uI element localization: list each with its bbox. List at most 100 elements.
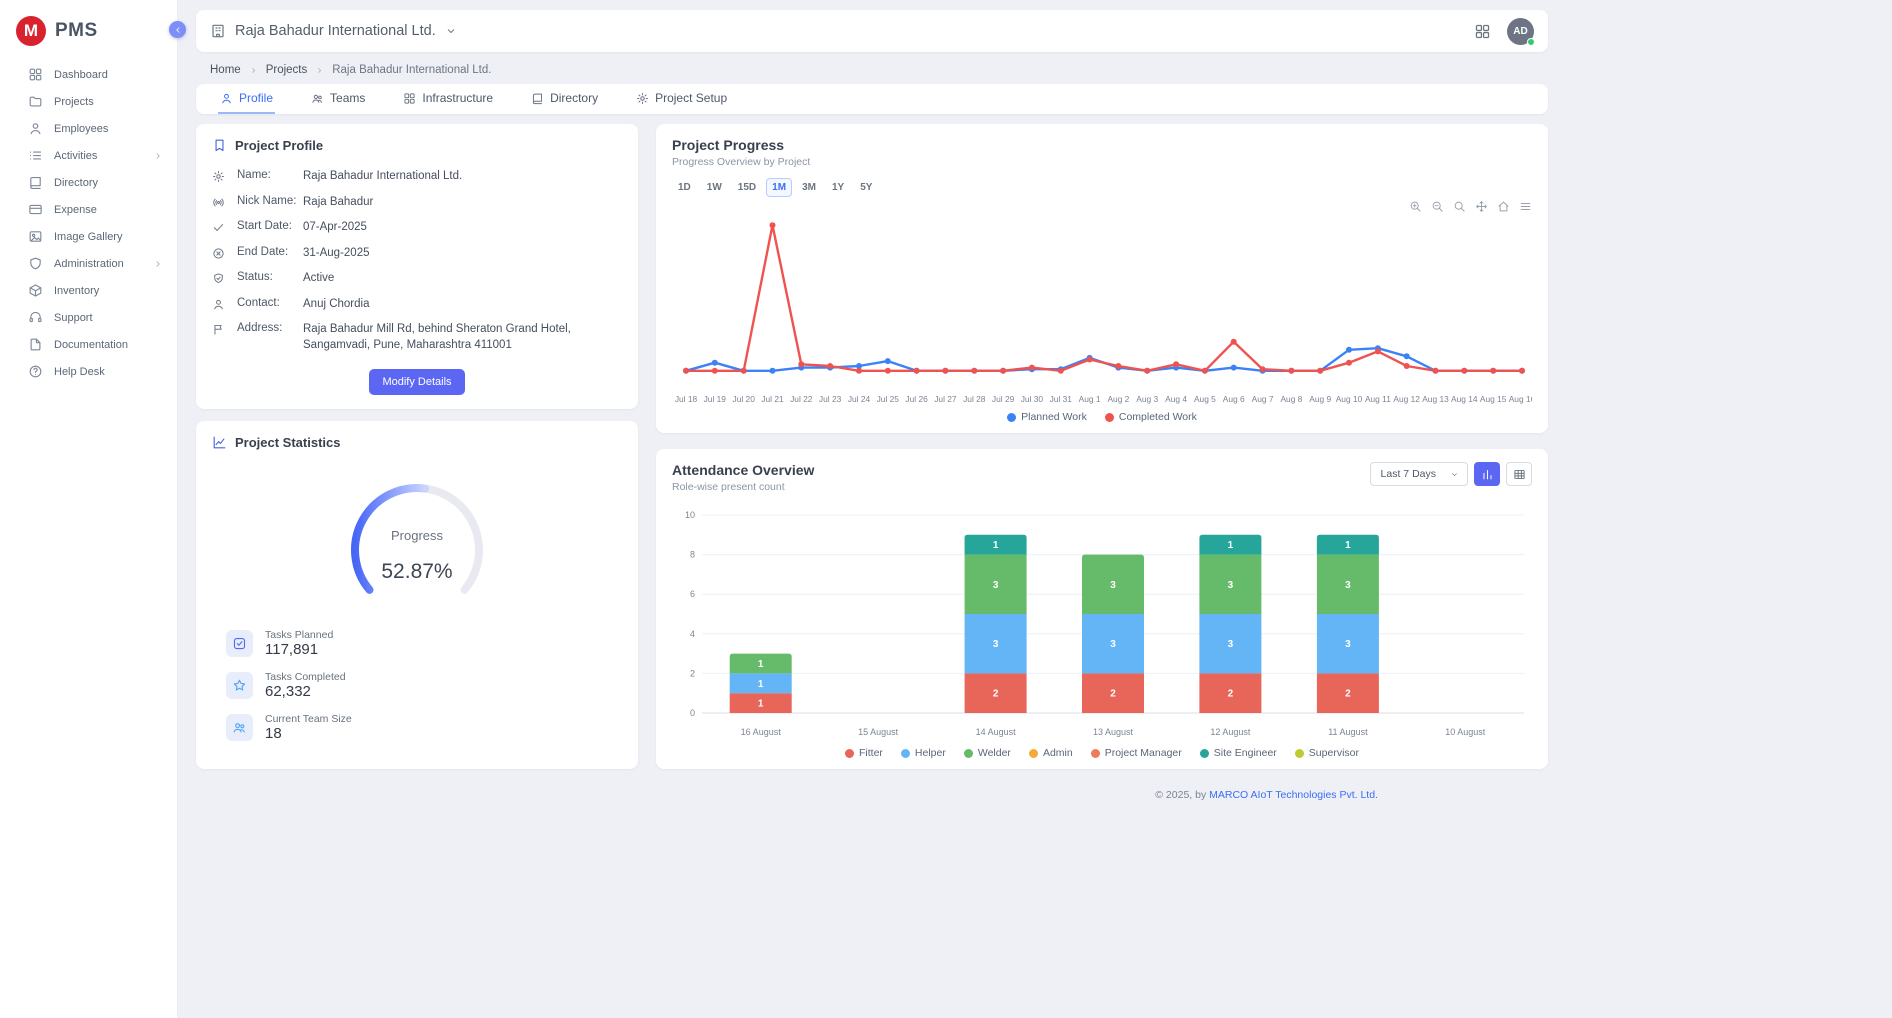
- sidebar-item-label: Employees: [54, 123, 108, 135]
- sidebar-item-inventory[interactable]: Inventory: [0, 278, 177, 303]
- chevron-right-icon: [249, 66, 258, 75]
- range-1d[interactable]: 1D: [672, 178, 697, 197]
- tab-profile[interactable]: Profile: [218, 84, 275, 114]
- range-5y[interactable]: 5Y: [854, 178, 878, 197]
- progress-gauge-wrap: Progress 52.87%: [212, 464, 622, 617]
- tab-teams[interactable]: Teams: [309, 84, 367, 114]
- chevron-left-icon: [173, 25, 183, 35]
- svg-text:2: 2: [690, 668, 695, 678]
- app-logo[interactable]: M PMS: [0, 10, 177, 62]
- shield-icon: [212, 272, 225, 285]
- bookmark-icon: [212, 138, 227, 153]
- flag-icon: [212, 323, 225, 336]
- stat-row: Tasks Planned 117,891: [226, 629, 622, 658]
- chevron-right-icon: [153, 259, 163, 269]
- svg-text:3: 3: [993, 639, 999, 650]
- range-15d[interactable]: 15D: [732, 178, 762, 197]
- legend-item[interactable]: Site Engineer: [1200, 747, 1277, 759]
- sidebar-item-expense[interactable]: Expense: [0, 197, 177, 222]
- profile-field: Status: Active: [212, 271, 622, 287]
- chart-toolbar: [1409, 200, 1532, 213]
- range-1w[interactable]: 1W: [701, 178, 728, 197]
- user-avatar[interactable]: AD: [1507, 18, 1534, 45]
- svg-text:Aug 16: Aug 16: [1509, 394, 1532, 404]
- field-label: Status:: [237, 271, 301, 283]
- profile-field: Start Date: 07-Apr-2025: [212, 220, 622, 236]
- company-selector[interactable]: Raja Bahadur International Ltd.: [210, 23, 457, 39]
- field-value: Anuj Chordia: [303, 297, 622, 313]
- zoom-in-icon[interactable]: [1409, 200, 1422, 213]
- svg-text:52.87%: 52.87%: [381, 560, 452, 583]
- tab-label: Infrastructure: [422, 91, 493, 105]
- svg-text:Aug 7: Aug 7: [1252, 394, 1274, 404]
- sidebar-item-projects[interactable]: Projects: [0, 89, 177, 114]
- home-icon[interactable]: [1497, 200, 1510, 213]
- breadcrumb-item[interactable]: Home: [210, 64, 241, 76]
- inventory-icon: [28, 283, 43, 298]
- bar-chart-icon: [1481, 468, 1494, 481]
- svg-text:Jul 23: Jul 23: [819, 394, 842, 404]
- legend-item[interactable]: Welder: [964, 747, 1011, 759]
- tab-infrastructure[interactable]: Infrastructure: [401, 84, 495, 114]
- breadcrumb-item[interactable]: Raja Bahadur International Ltd.: [332, 64, 491, 76]
- field-value: Raja Bahadur Mill Rd, behind Sheraton Gr…: [303, 322, 622, 353]
- legend-item[interactable]: Completed Work: [1105, 411, 1197, 423]
- date-range-select[interactable]: Last 7 Days: [1370, 462, 1468, 486]
- svg-text:10: 10: [685, 510, 695, 520]
- view-toggle-bar-chart[interactable]: [1474, 462, 1500, 486]
- svg-text:2: 2: [1345, 689, 1351, 700]
- apps-icon[interactable]: [1474, 23, 1491, 40]
- sidebar-item-administration[interactable]: Administration: [0, 251, 177, 276]
- sidebar-item-directory[interactable]: Directory: [0, 170, 177, 195]
- sidebar-item-employees[interactable]: Employees: [0, 116, 177, 141]
- zoom-icon[interactable]: [1453, 200, 1466, 213]
- book-icon: [531, 92, 544, 105]
- sidebar-item-dashboard[interactable]: Dashboard: [0, 62, 177, 87]
- footer-link[interactable]: MARCO AIoT Technologies Pvt. Ltd.: [1209, 789, 1378, 801]
- sidebar-item-label: Expense: [54, 204, 97, 216]
- legend-item[interactable]: Planned Work: [1007, 411, 1087, 423]
- header-actions: AD: [1474, 18, 1534, 45]
- tab-directory[interactable]: Directory: [529, 84, 600, 114]
- sidebar-item-image-gallery[interactable]: Image Gallery: [0, 224, 177, 249]
- svg-text:Jul 26: Jul 26: [905, 394, 928, 404]
- user-icon: [220, 92, 233, 105]
- tab-label: Profile: [239, 91, 273, 105]
- legend-item[interactable]: Admin: [1029, 747, 1073, 759]
- svg-text:Aug 6: Aug 6: [1223, 394, 1245, 404]
- avatar-initials: AD: [1513, 26, 1527, 37]
- sidebar-item-help-desk[interactable]: Help Desk: [0, 359, 177, 384]
- view-toggle-table[interactable]: [1506, 462, 1532, 486]
- sidebar-collapse-button[interactable]: [169, 21, 186, 38]
- modify-details-button[interactable]: Modify Details: [369, 369, 464, 395]
- zoom-out-icon[interactable]: [1431, 200, 1444, 213]
- breadcrumb-item[interactable]: Projects: [266, 64, 308, 76]
- sidebar-item-documentation[interactable]: Documentation: [0, 332, 177, 357]
- tab-project-setup[interactable]: Project Setup: [634, 84, 729, 114]
- legend-item[interactable]: Project Manager: [1091, 747, 1182, 759]
- svg-text:Jul 31: Jul 31: [1050, 394, 1073, 404]
- svg-text:Aug 2: Aug 2: [1107, 394, 1129, 404]
- legend-item[interactable]: Supervisor: [1295, 747, 1359, 759]
- sidebar-item-support[interactable]: Support: [0, 305, 177, 330]
- progress-line-chart[interactable]: Jul 18Jul 19Jul 20Jul 21Jul 22Jul 23Jul …: [672, 201, 1532, 407]
- range-1m[interactable]: 1M: [766, 178, 792, 197]
- attendance-controls: Last 7 Days: [1370, 462, 1532, 486]
- pan-icon[interactable]: [1475, 200, 1488, 213]
- tab-label: Teams: [330, 91, 365, 105]
- range-1y[interactable]: 1Y: [826, 178, 850, 197]
- sidebar-item-activities[interactable]: Activities: [0, 143, 177, 168]
- logo-icon: M: [16, 16, 46, 46]
- legend-item[interactable]: Helper: [901, 747, 946, 759]
- range-3m[interactable]: 3M: [796, 178, 822, 197]
- activities-icon: [28, 148, 43, 163]
- svg-text:12 August: 12 August: [1210, 727, 1251, 737]
- field-value: Raja Bahadur International Ltd.: [303, 169, 622, 185]
- card-header: Attendance Overview Role-wise present co…: [672, 462, 1532, 493]
- legend-item[interactable]: Fitter: [845, 747, 883, 759]
- svg-text:15 August: 15 August: [858, 727, 899, 737]
- stat-row: Current Team Size 18: [226, 713, 622, 742]
- chart-legend: Planned Work Completed Work: [672, 407, 1532, 425]
- menu-icon[interactable]: [1519, 200, 1532, 213]
- attendance-bar-chart[interactable]: 024681011116 August15 August233114 Augus…: [672, 505, 1532, 743]
